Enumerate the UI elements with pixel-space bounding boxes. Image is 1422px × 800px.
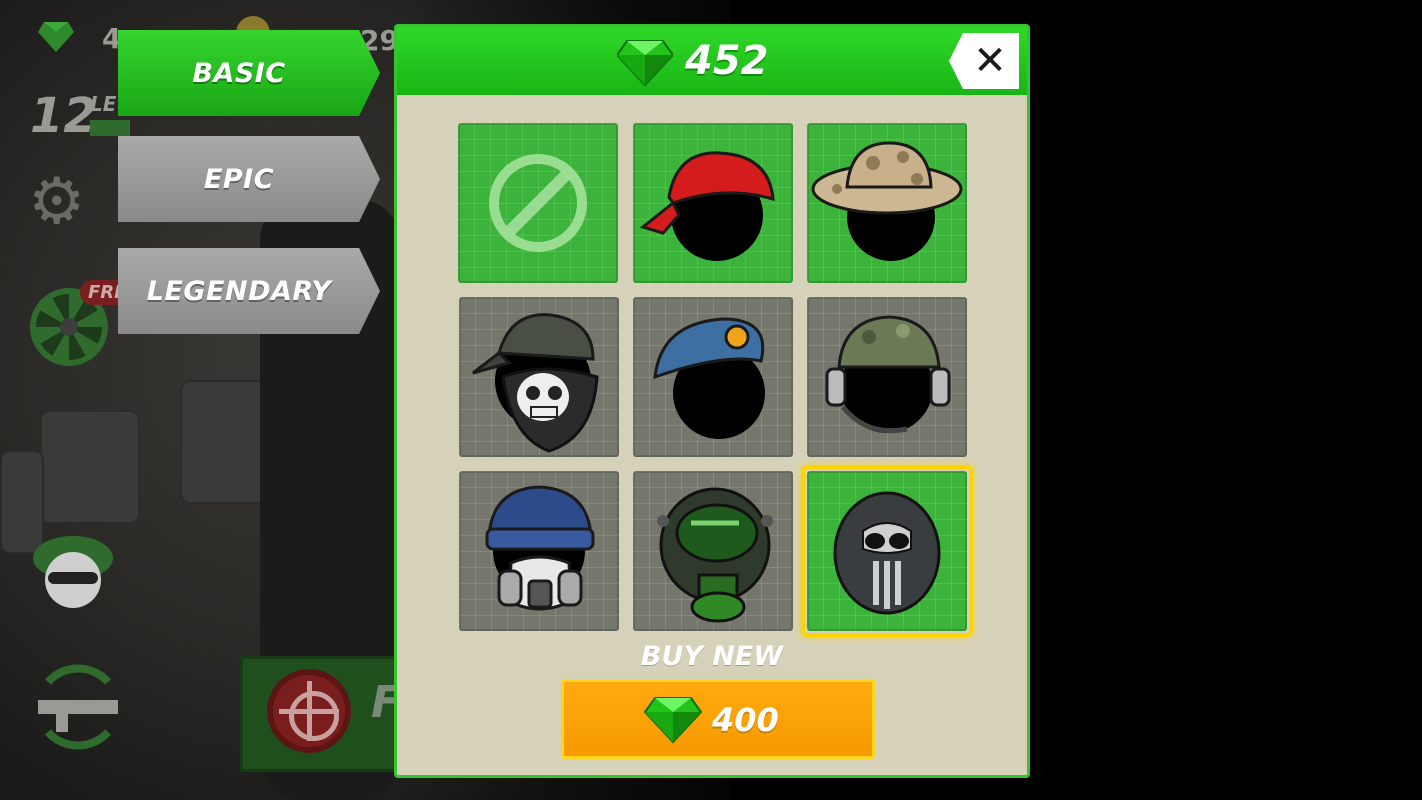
skull-mask-cap-icon <box>472 313 599 453</box>
item-slot-respirator-beanie[interactable] <box>459 471 619 631</box>
gem-balance: 452 <box>685 38 769 84</box>
fire-button[interactable]: F <box>240 656 406 772</box>
weapon-swap-icon[interactable] <box>28 662 128 752</box>
respirator-beanie-icon <box>485 485 595 611</box>
gem-icon <box>644 697 702 744</box>
buy-price: 400 <box>712 701 779 739</box>
settings-gear-icon[interactable]: ⚙ <box>28 170 85 234</box>
tab-epic[interactable]: EPIC <box>118 136 380 222</box>
panel-header: 452 ✕ <box>397 27 1027 95</box>
close-icon: ✕ <box>973 38 1007 84</box>
barrel <box>40 410 140 524</box>
tab-legendary[interactable]: LEGENDARY <box>118 248 380 334</box>
level-label: LE <box>90 92 117 116</box>
gem-icon <box>617 40 673 87</box>
tab-basic[interactable]: BASIC <box>118 30 380 116</box>
item-slot-boonie-hat[interactable] <box>807 123 967 283</box>
item-slot-none[interactable] <box>458 123 618 283</box>
barrel <box>0 450 44 554</box>
red-bandana-icon <box>639 151 775 261</box>
headgear-store-panel: 452 ✕ BUY NEW 400 <box>394 24 1030 778</box>
item-slot-gas-mask[interactable] <box>633 471 793 631</box>
headset-cap-icon <box>825 315 951 434</box>
buy-new-label: BUY NEW <box>640 641 784 672</box>
gem-icon <box>38 22 74 52</box>
item-slot-red-bandana[interactable] <box>633 123 793 283</box>
skull-helmet-icon <box>833 491 941 615</box>
crosshair-icon <box>267 669 351 753</box>
boonie-hat-icon <box>811 141 963 261</box>
gas-mask-icon <box>657 487 773 623</box>
close-button[interactable]: ✕ <box>949 33 1019 89</box>
buy-new-button[interactable]: 400 <box>561 679 875 759</box>
blue-beret-icon <box>653 317 765 439</box>
xp-bar <box>90 120 130 136</box>
item-slot-skull-mask-cap[interactable] <box>459 297 619 457</box>
item-slot-headset-cap[interactable] <box>807 297 967 457</box>
soldier-avatar-icon[interactable] <box>28 528 118 618</box>
barrel <box>180 380 274 504</box>
item-slot-blue-beret[interactable] <box>633 297 793 457</box>
item-slot-skull-helmet[interactable] <box>807 471 967 631</box>
no-hat-icon <box>489 154 587 252</box>
spin-wheel-icon[interactable] <box>30 288 108 366</box>
player-level: 12 <box>30 88 97 144</box>
